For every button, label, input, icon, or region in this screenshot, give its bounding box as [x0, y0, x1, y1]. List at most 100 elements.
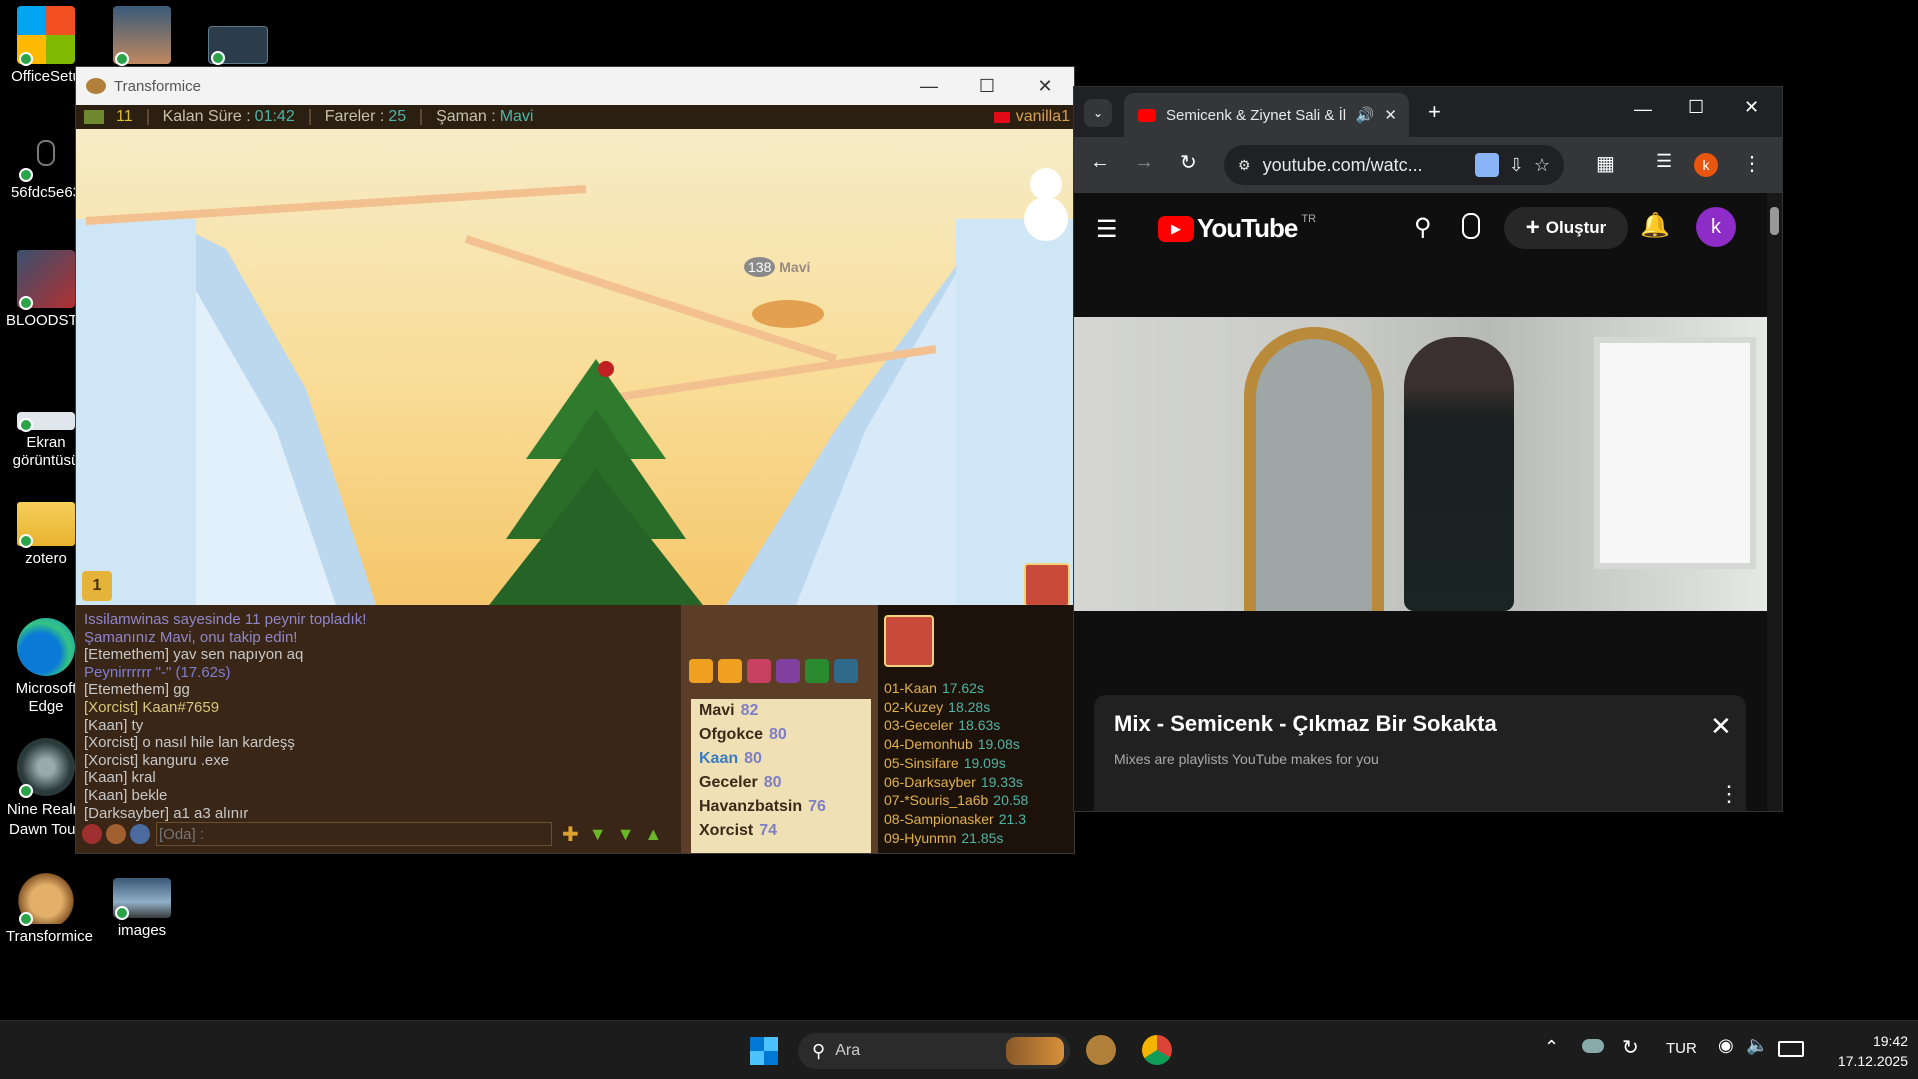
close-button[interactable]: ✕ — [1744, 97, 1759, 118]
extensions-icon[interactable]: ▦ — [1596, 151, 1615, 176]
close-icon[interactable]: ✕ — [1710, 711, 1732, 742]
minimize-button[interactable]: — — [900, 76, 958, 97]
more-options-icon[interactable]: ⋮ — [1718, 781, 1740, 807]
player-row[interactable]: Mavi 82 — [691, 699, 871, 723]
site-info-icon[interactable]: ⚙ — [1238, 157, 1251, 174]
language-indicator[interactable]: TUR — [1666, 1040, 1697, 1057]
youtube-avatar[interactable]: k — [1696, 207, 1736, 247]
tab-search-button[interactable]: ⌄ — [1084, 99, 1112, 127]
desktop-icon-officesetup[interactable]: OfficeSetu — [6, 6, 86, 85]
reload-icon[interactable]: ↻ — [1180, 150, 1197, 175]
clock[interactable]: 19:42 17.12.2025 — [1818, 1031, 1908, 1071]
media-control-icon[interactable]: ☰ — [1656, 151, 1672, 172]
list-icon[interactable] — [718, 659, 742, 683]
sync-icon[interactable]: ↻ — [1622, 1035, 1639, 1060]
player-row[interactable]: Havanzbatsin 76 — [691, 795, 871, 819]
chrome-menu-icon[interactable]: ⋮ — [1742, 151, 1762, 176]
volume-icon[interactable]: 🔈 — [1746, 1035, 1768, 1056]
player-name: Ofgokce — [699, 726, 764, 743]
arrow-down-icon[interactable]: ▼ — [617, 824, 635, 845]
youtube-logo[interactable]: ▶ YouTube TR — [1158, 213, 1316, 244]
scrollbar-thumb[interactable] — [1770, 207, 1779, 235]
notifications-bell-icon[interactable]: 🔔 — [1640, 211, 1670, 240]
install-icon[interactable]: ⇩ — [1509, 155, 1524, 176]
tab-close-icon[interactable]: ✕ — [1384, 106, 1397, 124]
fullscreen-icon[interactable] — [834, 659, 858, 683]
hamburger-menu-icon[interactable]: ☰ — [1096, 215, 1118, 244]
time-rank-name: 05-Sinsifare — [884, 754, 959, 771]
game-map[interactable]: 138 Mavi 1 — [76, 129, 1074, 605]
map-number-badge: 1 — [82, 571, 112, 601]
player-row[interactable]: Ofgokce 80 — [691, 723, 871, 747]
player-row[interactable]: Kaan 80 — [691, 747, 871, 771]
microphone-icon[interactable] — [1462, 213, 1480, 239]
shield-icon[interactable] — [106, 824, 126, 844]
onedrive-icon[interactable] — [1582, 1039, 1604, 1053]
time-row: 07-*Souris_1a6b 20.58 — [884, 791, 1074, 810]
scrollbar[interactable] — [1767, 193, 1782, 811]
house-icon[interactable] — [689, 659, 713, 683]
player-row[interactable]: Geceler 80 — [691, 771, 871, 795]
show-hidden-icons[interactable]: ⌃ — [1544, 1037, 1559, 1058]
profile-icon[interactable] — [747, 659, 771, 683]
player-score: 80 — [769, 726, 787, 743]
window-titlebar[interactable]: Transformice — ☐ ✕ — [76, 67, 1074, 105]
audio-playing-icon[interactable]: 🔊 — [1356, 106, 1375, 124]
desktop-icon-edge[interactable]: Microsoft Edge — [6, 618, 86, 716]
transformice-taskbar-icon[interactable] — [1086, 1035, 1116, 1065]
back-icon[interactable]: ← — [1090, 151, 1110, 174]
maximize-button[interactable]: ☐ — [1688, 97, 1704, 118]
tab-youtube[interactable]: Semicenk & Ziynet Sali & İli 🔊 ✕ — [1124, 93, 1409, 137]
taskbar-search[interactable]: ⚲ Ara — [798, 1033, 1070, 1069]
maximize-button[interactable]: ☐ — [958, 76, 1016, 97]
desktop-icon-images[interactable]: images — [102, 878, 182, 939]
gift-box-icon[interactable] — [884, 615, 934, 667]
plus-icon[interactable]: ✚ — [562, 822, 579, 847]
heart-icon[interactable] — [82, 824, 102, 844]
sync-check-icon — [19, 52, 33, 66]
ice-pillar-left — [76, 219, 196, 605]
close-button[interactable]: ✕ — [1016, 76, 1074, 97]
wifi-icon[interactable]: ◉ — [1718, 1035, 1734, 1056]
arrow-down-icon[interactable]: ▼ — [589, 824, 607, 845]
chrome-window[interactable]: ⌄ Semicenk & Ziynet Sali & İli 🔊 ✕ + — ☐… — [1073, 86, 1783, 812]
desktop-icon-zotero[interactable]: zotero — [6, 502, 86, 567]
sync-check-icon — [19, 296, 33, 310]
minimize-button[interactable]: — — [1634, 99, 1652, 120]
desktop-icon-ekran[interactable]: Ekran görüntüsü — [6, 412, 86, 470]
desktop-icon-audio[interactable]: 56fdc5e63 — [6, 140, 86, 201]
desktop-icon-game[interactable] — [102, 6, 182, 68]
player-score: 80 — [763, 774, 782, 791]
desktop-icon-label: BLOODSTR — [6, 312, 89, 329]
video-player[interactable] — [1074, 317, 1767, 611]
bookmark-star-icon[interactable]: ☆ — [1534, 155, 1550, 176]
chrome-taskbar-icon[interactable] — [1142, 1035, 1172, 1065]
search-placeholder: Ara — [835, 1042, 861, 1059]
image-thumbnail-icon — [17, 412, 75, 432]
gift-button[interactable] — [1024, 563, 1070, 605]
battery-icon[interactable] — [1778, 1041, 1804, 1057]
chat-input[interactable] — [156, 822, 552, 846]
start-windows-icon[interactable] — [750, 1037, 778, 1065]
folder-icon — [17, 502, 75, 548]
search-icon[interactable]: ⚲ — [1414, 213, 1432, 242]
player-row[interactable]: Xorcist 74 — [691, 819, 871, 843]
shop-icon[interactable] — [776, 659, 800, 683]
desktop-icon-screenshot[interactable] — [198, 26, 278, 68]
transformice-window[interactable]: Transformice — ☐ ✕ 11 Kalan Süre : 01:42… — [75, 66, 1075, 854]
star-icon[interactable] — [130, 824, 150, 844]
ice-pillar-right — [956, 219, 1074, 605]
create-button[interactable]: + Oluştur — [1504, 207, 1628, 249]
turkey-flag-icon — [993, 111, 1010, 123]
new-tab-button[interactable]: + — [1428, 99, 1441, 125]
discord-icon[interactable] — [805, 659, 829, 683]
profile-avatar[interactable]: k — [1694, 153, 1718, 177]
desktop-icon-bloodstrike[interactable]: BLOODSTR — [6, 250, 89, 329]
desktop-icon-nine-realms[interactable]: Nine Realm Dawn Touc — [6, 738, 86, 840]
arrow-up-icon[interactable]: ▲ — [644, 824, 662, 845]
forward-icon[interactable]: → — [1134, 151, 1154, 174]
time-rank-name: 08-Sampionasker — [884, 810, 994, 827]
lens-icon[interactable] — [1474, 153, 1499, 177]
address-bar[interactable]: ⚙ youtube.com/watc... ⇩ ☆ — [1224, 145, 1564, 185]
desktop-icon-transformice[interactable]: Transformice — [6, 866, 93, 945]
